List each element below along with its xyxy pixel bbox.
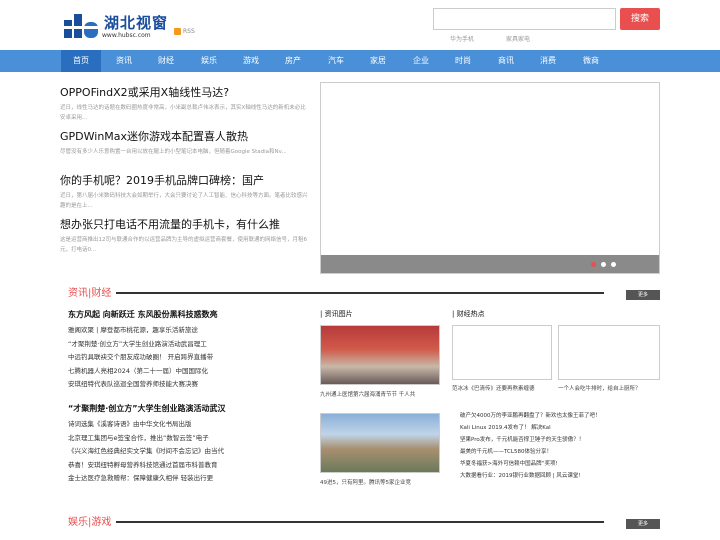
list-item[interactable]: 《兴义海红色经典纪实文学集《时间不会忘记》由当代 — [68, 445, 310, 459]
nav-item-games[interactable]: 游戏 — [231, 50, 271, 72]
nav-item-enterprise[interactable]: 企业 — [401, 50, 441, 72]
finance-section-header: 资讯|财经 更多 — [68, 284, 660, 300]
slider-dot[interactable] — [591, 262, 596, 267]
headline-title[interactable]: 你的手机呢？2019手机品牌口碑榜：国产 — [60, 172, 310, 188]
headline-desc: 尽管没有多少人乐意购置一台用以放在腿上的小型笔记本电脑，但随着Google St… — [60, 149, 287, 155]
list-item[interactable]: Kali Linux 2019.4发布了！ 解决Kal — [460, 422, 660, 434]
list-item[interactable]: 华夏冬福获>海外可信赖中国品牌“奖项! — [460, 458, 660, 470]
slider-dot[interactable] — [601, 262, 606, 267]
list-item[interactable]: 安琪纽特代表队巡迴全国营养师技能大赛决赛 — [68, 378, 310, 392]
headline-desc: 近日，线性马达的话题在数码圈热度非常高，小米副总裁卢伟冰表示，其实X轴线性马达的… — [60, 105, 306, 121]
headline-title[interactable]: 想办张只打电话不用流量的手机卡，有什么推 — [60, 216, 310, 232]
headline-desc: 近日，第八届小米数码科技大会如期举行，大会只要讨论了人工智能、信心科技等方面。笔… — [60, 193, 308, 209]
headline-list: OPPOFindX2或采用X轴线性马达? 近日，线性马达的话题在数码圈热度非常高… — [60, 84, 310, 260]
nav-item-home[interactable]: 首页 — [61, 50, 101, 72]
logo-icon — [62, 14, 98, 38]
finance-lead-title[interactable]: 东方风起 向新跃迁 东风股份黑科技惑数亮 — [68, 309, 218, 320]
slider-dot[interactable] — [611, 262, 616, 267]
hot-image[interactable] — [452, 325, 552, 380]
nav-item-consumer[interactable]: 消费 — [528, 50, 568, 72]
list-item[interactable]: 雅阁欢聚 | 摩登都市桃花源，趣享乐活新旅途 — [68, 324, 310, 338]
hot-image[interactable] — [558, 325, 660, 380]
hot-image-caption[interactable]: 一个人会吃牛排时，给自上厨所？ — [558, 384, 660, 392]
headline-desc: 这是运营商推出12司与联通合作的以运营品牌为主导的虚拟运营商套餐，使用联通的网络… — [60, 237, 308, 253]
search-input[interactable] — [433, 8, 616, 30]
image-slider[interactable] — [320, 82, 660, 274]
nav-item-home-furnishing[interactable]: 家居 — [358, 50, 398, 72]
section-divider — [116, 292, 604, 294]
site-logo[interactable]: 湖北视窗 www.hubsc.com — [62, 10, 172, 44]
finance-hot-heading: | 财经热点 — [452, 310, 485, 318]
more-button[interactable]: 更多 — [626, 290, 660, 300]
news-image-caption[interactable]: 49进5，只有阿里。腾讯等5家企业竞 — [320, 478, 440, 486]
news-image[interactable] — [320, 325, 440, 385]
finance-news-list: 雅阁欢聚 | 摩登都市桃花源，趣享乐活新旅途 “才聚荆楚·创立方”大学生创业路演… — [68, 324, 310, 392]
nav-item-fashion[interactable]: 时尚 — [443, 50, 483, 72]
list-item[interactable]: 中远钓具联袂交个朋友成功破圈！ 开启跨界直播带 — [68, 351, 310, 365]
rss-icon — [174, 28, 181, 35]
list-item[interactable]: 破产欠4000万的李亚鹏再翻盘了？新欢也太像王菲了吧！ — [460, 410, 660, 422]
slider-control-bar — [321, 255, 659, 273]
list-item[interactable]: 坚果Pro发布，千元机能否撑卫锤子的天生骄傲？！ — [460, 434, 660, 446]
finance-hot-list: 破产欠4000万的李亚鹏再翻盘了？新欢也太像王菲了吧！ Kali Linux 2… — [460, 410, 660, 482]
search-button[interactable]: 搜索 — [620, 8, 660, 30]
logo-text: 湖北视窗 — [104, 14, 169, 32]
list-item[interactable]: “才聚荆楚·创立方”大学生创业路演活动武昌理工 — [68, 338, 310, 352]
section-title[interactable]: 资讯|财经 — [68, 284, 111, 299]
finance-lead-title-2[interactable]: “才聚荆楚·创立方”大学生创业路演活动武汉 — [68, 403, 226, 414]
list-item[interactable]: 大数据看行业：2019银行业数据回顾 | 风云课堂! — [460, 470, 660, 482]
headline-title[interactable]: OPPOFindX2或采用X轴线性马达? — [60, 84, 310, 100]
headline-title[interactable]: GPDWinMax迷你游戏本配置喜人散热 — [60, 128, 310, 144]
section-title[interactable]: 娱乐|游戏 — [68, 513, 111, 528]
nav-item-news[interactable]: 资讯 — [104, 50, 144, 72]
logo-url: www.hubsc.com — [102, 32, 151, 39]
finance-news-list-2: 诗词选集《溪客诗语》由中华文化书局出版 北京理工集团与e签宝合作，推出“数智云签… — [68, 418, 310, 486]
main-nav: 首页 资讯 财经 娱乐 游戏 房产 汽车 家居 企业 时尚 商讯 消费 微商 — [0, 50, 720, 72]
nav-item-finance[interactable]: 财经 — [146, 50, 186, 72]
site-header: 湖北视窗 www.hubsc.com RSS 搜索 华为手机 家具家电 — [0, 0, 720, 50]
news-image-caption[interactable]: 九州通上医馆第六届海涌青节节 千人共 — [320, 390, 440, 398]
rss-link[interactable]: RSS — [174, 28, 195, 35]
list-item[interactable]: 北京理工集团与e签宝合作，推出“数智云签”电子 — [68, 432, 310, 446]
hot-image-caption[interactable]: 范冰冰《巴清传》还要再熬素缠德 — [452, 384, 552, 392]
rss-label: RSS — [183, 28, 195, 35]
list-item[interactable]: 金士达医疗急救赠帮：保障健康久相伴 轻装出行更 — [68, 472, 310, 486]
list-item[interactable]: 诗词选集《溪客诗语》由中华文化书局出版 — [68, 418, 310, 432]
list-item[interactable]: 恭喜！安琪纽特孵母营养科技馆通过首届市科普教育 — [68, 459, 310, 473]
news-image[interactable] — [320, 413, 440, 473]
nav-item-business[interactable]: 商讯 — [486, 50, 526, 72]
section-divider — [116, 521, 604, 523]
nav-item-wechat-business[interactable]: 微商 — [571, 50, 611, 72]
entertainment-section-header: 娱乐|游戏 更多 — [68, 513, 660, 529]
list-item[interactable]: 最美的千元机——TCL580体验分享！ — [460, 446, 660, 458]
nav-item-auto[interactable]: 汽车 — [316, 50, 356, 72]
list-item[interactable]: 七腾机器人亮相2024（第二十一届）中国国际化 — [68, 365, 310, 379]
hotword-link[interactable]: 家具家电 — [506, 34, 530, 43]
news-pictures-heading: | 资讯图片 — [320, 310, 353, 318]
nav-item-entertainment[interactable]: 娱乐 — [189, 50, 229, 72]
nav-item-realestate[interactable]: 房产 — [273, 50, 313, 72]
hotword-link[interactable]: 华为手机 — [450, 34, 474, 43]
more-button[interactable]: 更多 — [626, 519, 660, 529]
